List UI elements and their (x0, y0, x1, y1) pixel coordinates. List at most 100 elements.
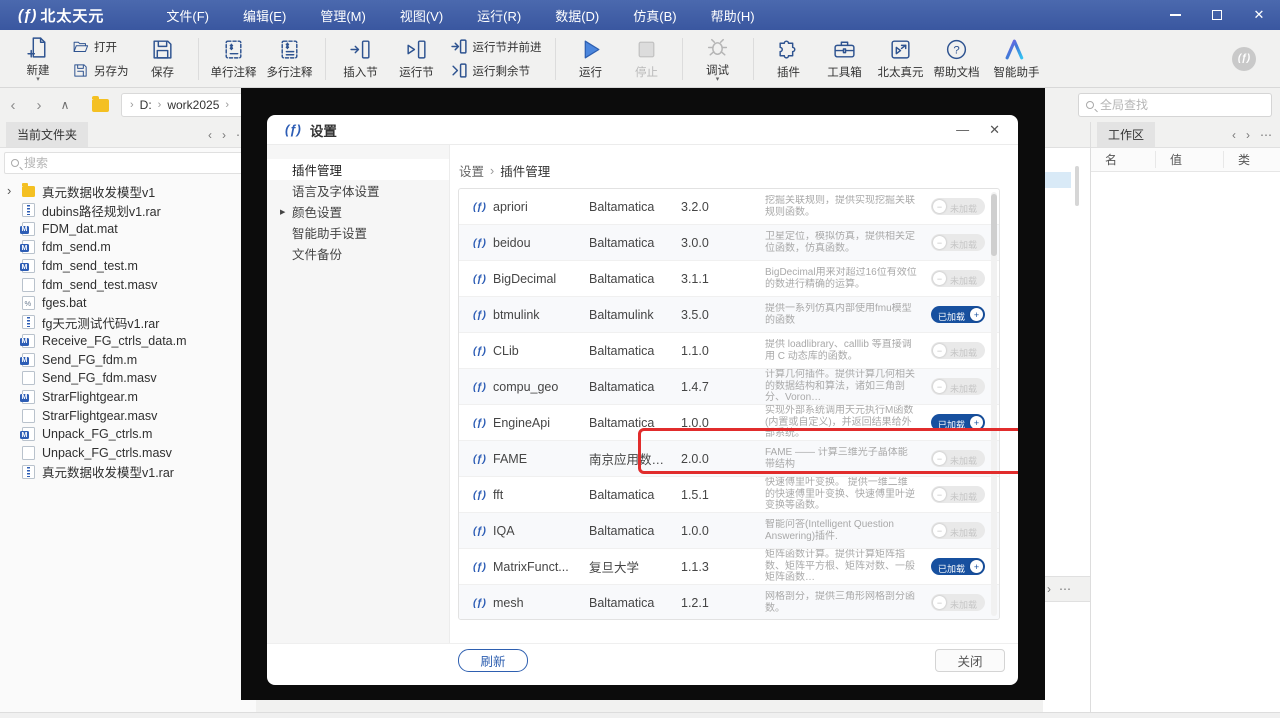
close-button[interactable]: 关闭 (935, 649, 1005, 672)
sidebar-item-ai-settings[interactable]: 智能助手设置 (267, 222, 449, 243)
list-item[interactable]: Send_FG_fdm.masv (0, 369, 256, 388)
list-item[interactable]: FDM_dat.mat (0, 219, 256, 238)
dialog-close-icon-button[interactable]: ✕ (989, 122, 1000, 138)
plugin-button[interactable]: 插件 (761, 32, 817, 86)
expand-chevron-icon[interactable]: › (7, 183, 11, 198)
list-item[interactable]: Unpack_FG_ctrls.masv (0, 444, 256, 463)
load-toggle[interactable]: 未加载 (931, 594, 985, 611)
list-item[interactable]: StrarFlightgear.m (0, 388, 256, 407)
panel-more-icon[interactable]: ⋯ (1059, 582, 1071, 596)
breadcrumb-drive[interactable]: D: (140, 98, 152, 112)
tab-workspace[interactable]: 工作区 (1097, 122, 1155, 147)
file-search-input[interactable] (24, 156, 245, 170)
panel-forward-icon[interactable]: › (1047, 582, 1051, 596)
panel-more-icon[interactable]: ⋯ (1260, 128, 1272, 142)
plugin-row-beidou[interactable]: (ƒ) beidou Baltamatica 3.0.0 卫星定位，模拟仿真，提… (459, 225, 999, 261)
run-remaining-button[interactable]: 运行剩余节 (451, 62, 542, 79)
load-toggle[interactable]: 未加载 (931, 342, 985, 359)
menu-help[interactable]: 帮助(H) (711, 6, 755, 25)
load-toggle[interactable]: 未加载 (931, 486, 985, 503)
panel-forward-icon[interactable]: › (222, 128, 226, 142)
load-toggle[interactable]: 未加载 (931, 378, 985, 395)
list-item[interactable]: Unpack_FG_ctrls.m (0, 425, 256, 444)
menu-simulation[interactable]: 仿真(B) (633, 6, 676, 25)
plugin-row-matrixfunct[interactable]: (ƒ) MatrixFunct... 复旦大学 1.1.3 矩阵函数计算。提供计… (459, 549, 999, 585)
up-folder-button[interactable]: ∧ (52, 98, 78, 112)
sidebar-item-plugin-manager[interactable]: 插件管理 (267, 159, 449, 180)
breadcrumb-folder[interactable]: work2025 (167, 98, 219, 112)
dialog-minimize-button[interactable]: — (956, 122, 969, 138)
plugin-row-mesh[interactable]: (ƒ) mesh Baltamatica 1.2.1 网格剖分，提供三角形网格剖… (459, 585, 999, 620)
list-item[interactable]: fges.bat (0, 294, 256, 313)
zhenyuan-button[interactable]: 北太真元 (873, 32, 929, 86)
refresh-button[interactable]: 刷新 (458, 649, 528, 672)
list-item[interactable]: fdm_send_test.m (0, 257, 256, 276)
plugin-row-bigdecimal[interactable]: (ƒ) BigDecimal Baltamatica 3.1.1 BigDeci… (459, 261, 999, 297)
load-toggle[interactable]: 未加载 (931, 522, 985, 539)
ai-assistant-button[interactable]: 智能助手 (985, 32, 1049, 86)
window-maximize-button[interactable] (1196, 0, 1238, 30)
plugin-row-btmulink[interactable]: (ƒ) btmulink Baltamulink 3.5.0 提供一系列仿真内部… (459, 297, 999, 333)
folder-icon[interactable] (92, 99, 109, 112)
help-doc-button[interactable]: ? 帮助文档 (929, 32, 985, 86)
menu-run[interactable]: 运行(R) (477, 6, 521, 25)
save-as-button[interactable]: 另存为 (72, 62, 129, 79)
save-button[interactable]: 保存 (135, 32, 191, 86)
plugin-row-fft[interactable]: (ƒ) fft Baltamatica 1.5.1 快速傅里叶变换。 提供一维二… (459, 477, 999, 513)
panel-back-icon[interactable]: ‹ (208, 128, 212, 142)
plugin-row-iqa[interactable]: (ƒ) IQA Baltamatica 1.0.0 智能问答(Intellige… (459, 513, 999, 549)
column-name[interactable]: 名 (1091, 151, 1155, 168)
sidebar-item-file-backup[interactable]: 文件备份 (267, 243, 449, 264)
plugin-row-engineapi[interactable]: (ƒ) EngineApi Baltamatica 1.0.0 实现外部系统调用… (459, 405, 999, 441)
insert-section-button[interactable]: 插入节 (333, 32, 389, 86)
list-item[interactable]: fg天元测试代码v1.rar (0, 313, 256, 332)
menu-data[interactable]: 数据(D) (555, 6, 599, 25)
window-minimize-button[interactable] (1154, 0, 1196, 30)
global-search-input[interactable] (1100, 98, 1264, 112)
load-toggle[interactable]: 未加载 (931, 270, 985, 287)
plugin-row-clib[interactable]: (ƒ) CLib Baltamatica 1.1.0 提供 loadlibrar… (459, 333, 999, 369)
menu-file[interactable]: 文件(F) (166, 6, 209, 25)
file-search-box[interactable] (4, 152, 252, 174)
load-toggle[interactable]: 未加载 (931, 198, 985, 215)
list-item[interactable]: 真元数据收发模型v1.rar (0, 462, 256, 481)
run-section-advance-button[interactable]: 运行节并前进 (451, 38, 542, 55)
panel-back-icon[interactable]: ‹ (1232, 128, 1236, 142)
list-item[interactable]: dubins路径规划v1.rar (0, 201, 256, 220)
open-button[interactable]: 打开 (72, 38, 129, 55)
forward-button[interactable]: › (26, 97, 52, 114)
window-close-button[interactable]: ✕ (1238, 0, 1280, 30)
column-class[interactable]: 类 (1223, 151, 1280, 168)
run-section-button[interactable]: 运行节 (389, 32, 445, 86)
list-item[interactable]: fdm_send_test.masv (0, 275, 256, 294)
menu-manage[interactable]: 管理(M) (320, 6, 366, 25)
plugin-row-apriori[interactable]: (ƒ) apriori Baltamatica 3.2.0 挖掘关联规则，提供实… (459, 189, 999, 225)
panel-forward-icon[interactable]: › (1246, 128, 1250, 142)
load-toggle[interactable]: 已加载 (931, 414, 985, 431)
list-item[interactable]: fdm_send.m (0, 238, 256, 257)
list-item[interactable]: Send_FG_fdm.m (0, 350, 256, 369)
load-toggle[interactable]: 已加载 (931, 306, 985, 323)
tab-current-folder[interactable]: 当前文件夹 (6, 122, 88, 147)
list-item[interactable]: ›真元数据收发模型v1 (0, 182, 256, 201)
scrollbar-thumb[interactable] (991, 194, 997, 256)
new-button[interactable]: 新建 ▾ (10, 32, 66, 86)
plugin-row-compu-geo[interactable]: (ƒ) compu_geo Baltamatica 1.4.7 计算几何插件。提… (459, 369, 999, 405)
toolbox-button[interactable]: 工具箱 (817, 32, 873, 86)
list-item[interactable]: StrarFlightgear.masv (0, 406, 256, 425)
breadcrumb-root[interactable]: 设置 (459, 161, 484, 180)
debug-button[interactable]: 调试 ▾ (690, 32, 746, 86)
single-comment-button[interactable]: 单行注释 (206, 32, 262, 86)
load-toggle[interactable]: 未加载 (931, 450, 985, 467)
back-button[interactable]: ‹ (0, 97, 26, 114)
menu-view[interactable]: 视图(V) (400, 6, 443, 25)
scrollbar[interactable] (1075, 166, 1079, 206)
sidebar-item-color-settings[interactable]: ▶颜色设置 (267, 201, 449, 222)
list-item[interactable]: Receive_FG_ctrls_data.m (0, 332, 256, 351)
run-button[interactable]: 运行 (563, 32, 619, 86)
breadcrumb[interactable]: › D: › work2025 › (121, 93, 249, 117)
sidebar-item-language-font[interactable]: 语言及字体设置 (267, 180, 449, 201)
stop-button[interactable]: 停止 (619, 32, 675, 86)
menu-edit[interactable]: 编辑(E) (243, 6, 286, 25)
expand-arrow-icon[interactable]: ▶ (280, 208, 285, 216)
